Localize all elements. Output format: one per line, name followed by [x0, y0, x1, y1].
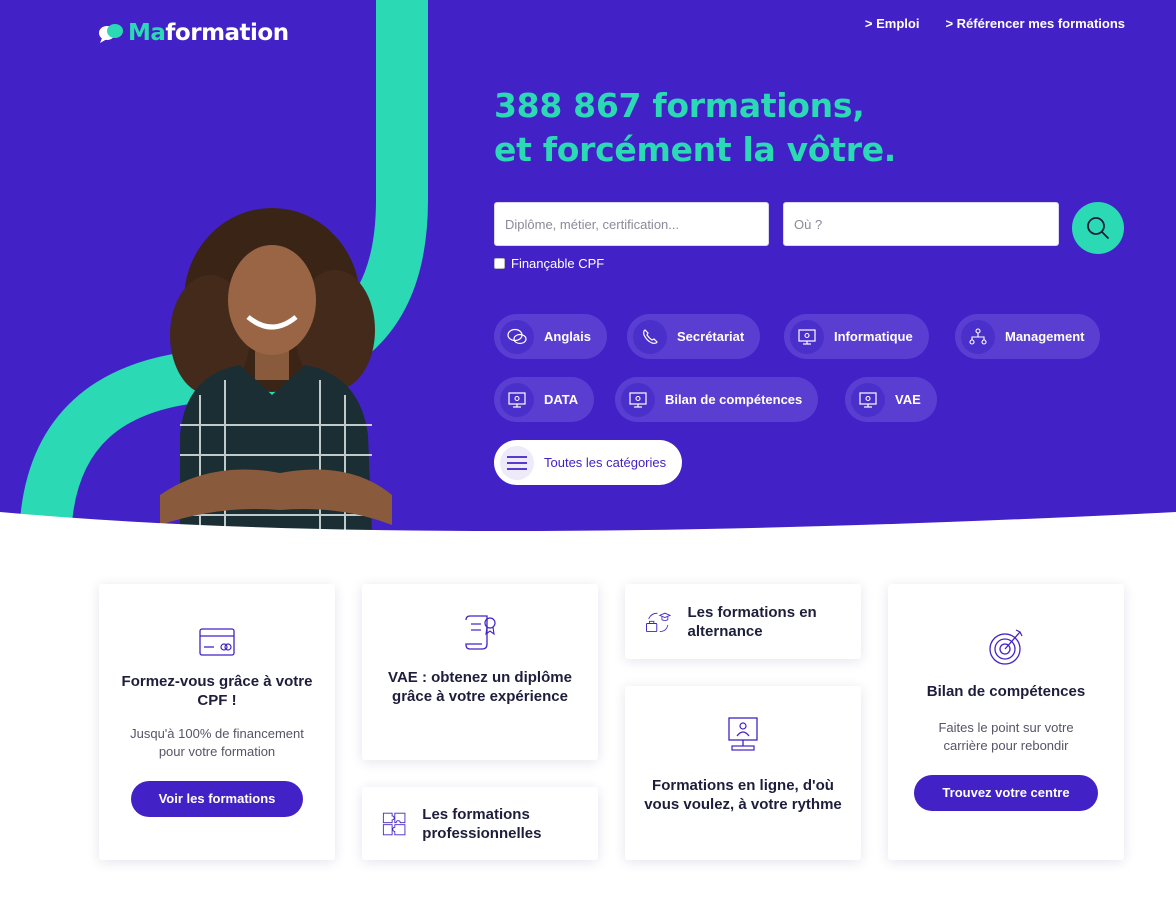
card-bilan: Bilan de compétences Faites le point sur… — [888, 584, 1124, 860]
logo[interactable]: Maformation — [98, 20, 289, 46]
all-categories-label: Toutes les catégories — [544, 455, 667, 470]
logo-ma: Ma — [128, 20, 166, 46]
trouvez-centre-button[interactable]: Trouvez votre centre — [914, 775, 1098, 811]
cpf-checkbox[interactable]: Finançable CPF — [494, 256, 604, 271]
monitor-gear-icon — [621, 382, 655, 417]
computer-user-icon — [728, 717, 758, 751]
category-pill-data[interactable]: DATA — [494, 377, 595, 422]
pill-label: Management — [1005, 329, 1085, 344]
card-cpf-title: Formez-vous grâce à votre CPF ! — [121, 673, 313, 709]
search-button[interactable] — [1072, 202, 1124, 254]
card-bilan-title: Bilan de compétences — [926, 683, 1086, 700]
nav-link-emploi[interactable]: > Emploi — [865, 16, 920, 31]
card-cpf-subtitle: Jusqu'à 100% de financement pour votre f… — [130, 726, 304, 759]
card-alternance[interactable]: Les formations en alternance — [625, 584, 861, 659]
target-icon — [989, 629, 1023, 665]
card-pro-title: Les formations professionnelles — [422, 805, 542, 842]
hero-headline: 388 867 formations, et forcément la vôtr… — [494, 84, 896, 172]
diploma-scroll-icon — [465, 615, 496, 650]
checkbox-box[interactable] — [494, 258, 505, 269]
card-pro[interactable]: Les formations professionnelles — [362, 787, 598, 860]
category-pill-management[interactable]: Management — [955, 314, 1101, 359]
headline-line-2: et forcément la vôtre. — [494, 130, 897, 169]
monitor-gear-icon — [790, 319, 824, 354]
logo-formation: formation — [165, 20, 289, 46]
pill-label: Anglais — [544, 329, 591, 344]
voir-formations-button[interactable]: Voir les formations — [130, 781, 304, 817]
category-pill-anglais[interactable]: Anglais — [494, 314, 607, 359]
pill-label: Secrétariat — [677, 329, 745, 344]
pill-label: Informatique — [834, 329, 913, 344]
cpf-checkbox-label: Finançable CPF — [511, 256, 605, 271]
pill-label: Bilan de compétences — [665, 392, 803, 407]
monitor-gear-icon — [500, 382, 534, 417]
pill-label: VAE — [895, 392, 921, 407]
phone-icon — [633, 319, 667, 354]
category-pill-secretariat[interactable]: Secrétariat — [627, 314, 761, 359]
pill-label: DATA — [544, 392, 579, 407]
card-online[interactable]: Formations en ligne, d'où vous voulez, à… — [625, 686, 861, 860]
org-chart-icon — [961, 319, 995, 354]
top-nav: > Emploi > Référencer mes formations — [865, 16, 1125, 31]
card-online-title: Formations en ligne, d'où vous voulez, à… — [644, 777, 842, 813]
search-icon — [1087, 217, 1109, 239]
card-alternance-title: Les formations en alternance — [687, 603, 817, 640]
card-bilan-subtitle: Faites le point sur votre carrière pour … — [938, 720, 1074, 753]
briefcase-grad-icon — [645, 612, 672, 632]
puzzle-icon — [382, 812, 406, 835]
card-vae-title: VAE : obtenez un diplôme grâce à votre e… — [388, 669, 572, 705]
hamburger-icon — [500, 445, 534, 480]
chat-bubbles-icon — [500, 319, 534, 354]
category-pill-bilan[interactable]: Bilan de compétences — [615, 377, 819, 422]
card-cpf: Formez-vous grâce à votre CPF ! Jusqu'à … — [99, 584, 335, 860]
headline-line-1: 388 867 formations, — [494, 86, 865, 125]
category-pill-informatique[interactable]: Informatique — [784, 314, 929, 359]
card-vae[interactable]: VAE : obtenez un diplôme grâce à votre e… — [362, 584, 598, 760]
all-categories-button[interactable]: Toutes les catégories — [494, 440, 683, 485]
search-what-input[interactable] — [494, 202, 769, 246]
logo-text: Maformation — [128, 20, 289, 46]
category-pill-vae[interactable]: VAE — [845, 377, 937, 422]
nav-link-referencer[interactable]: > Référencer mes formations — [945, 16, 1125, 31]
search-where-input[interactable] — [783, 202, 1059, 246]
speech-bubble-icon — [99, 24, 123, 43]
monitor-gear-icon — [851, 382, 885, 417]
credit-card-icon — [199, 628, 235, 656]
